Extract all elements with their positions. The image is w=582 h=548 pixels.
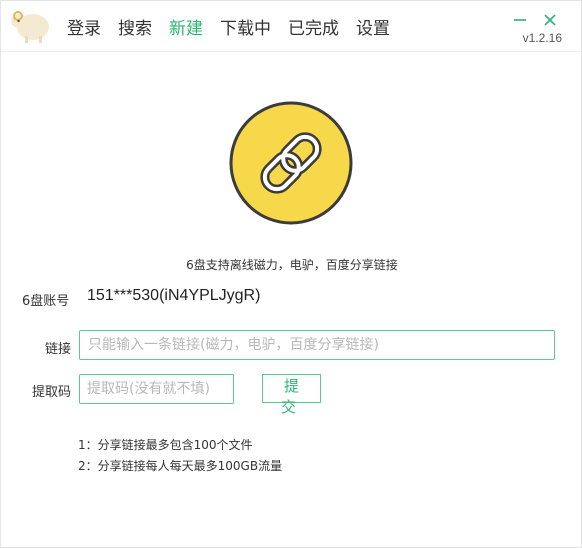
submit-button[interactable]: 提 交 xyxy=(262,374,321,416)
note-item: 2：分享链接每人每天最多100GB流量 xyxy=(78,459,283,473)
nav-login[interactable]: 登录 xyxy=(67,14,101,39)
feature-tagline: 6盘支持离线磁力，电驴，百度分享链接 xyxy=(186,258,398,272)
window-controls xyxy=(499,11,559,29)
app-window: 登录 搜索 新建 下载中 已完成 设置 v1.2.16 6盘支持离线磁力，电驴，… xyxy=(0,0,582,548)
nav-new[interactable]: 新建 xyxy=(169,14,203,39)
header-bar: 登录 搜索 新建 下载中 已完成 设置 v1.2.16 xyxy=(1,1,581,52)
nav-completed[interactable]: 已完成 xyxy=(288,14,339,39)
notes-list: 1：分享链接最多包含100个文件 2：分享链接每人每天最多100GB流量 xyxy=(78,435,282,477)
link-input[interactable] xyxy=(79,330,555,360)
nav-downloading[interactable]: 下载中 xyxy=(220,14,271,39)
account-label: 6盘账号 xyxy=(22,294,70,309)
extract-code-label: 提取码 xyxy=(31,385,71,400)
minimize-icon[interactable] xyxy=(511,11,529,29)
version-label: v1.2.16 xyxy=(522,31,562,45)
main-nav: 登录 搜索 新建 下载中 已完成 设置 xyxy=(67,1,407,51)
sheep-logo-icon xyxy=(9,7,51,45)
note-item: 1：分享链接最多包含100个文件 xyxy=(78,438,253,452)
nav-search[interactable]: 搜索 xyxy=(118,14,152,39)
extract-code-input[interactable] xyxy=(79,374,234,404)
close-icon[interactable] xyxy=(541,11,559,29)
account-value: 151***530(iN4YPLJygR) xyxy=(87,287,261,304)
chain-link-icon xyxy=(229,101,353,225)
nav-settings[interactable]: 设置 xyxy=(356,14,390,39)
link-label: 链接 xyxy=(44,342,71,357)
